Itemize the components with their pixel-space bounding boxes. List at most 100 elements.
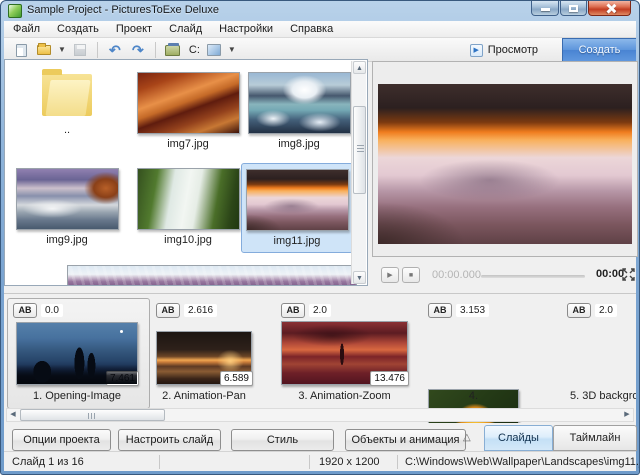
seek-slider[interactable] [481, 275, 585, 278]
status-bar: Слайд 1 из 16 1920 x 1200 C:\Windows\Web… [4, 451, 636, 471]
app-icon [8, 4, 22, 18]
statusbar-divider [397, 455, 398, 469]
file-item-img8[interactable]: img8.jpg [246, 72, 352, 150]
file-item-img7[interactable]: img7.jpg [135, 72, 241, 150]
file-browser-panel: .. img7.jpg img8.jpg img9.jpg img10.jpg … [4, 59, 368, 286]
bottom-toolbar: Опции проекта Настроить слайд Стиль Объе… [4, 423, 636, 453]
menu-settings[interactable]: Настройки [211, 21, 281, 37]
save-button[interactable] [71, 41, 89, 59]
menu-help[interactable]: Справка [282, 21, 341, 37]
status-slide-counter: Слайд 1 из 16 [12, 456, 84, 468]
slide-1-transition-value[interactable]: 0.0 [41, 304, 63, 317]
close-button[interactable] [588, 1, 631, 16]
style-button[interactable]: Стиль [231, 429, 334, 451]
customize-slide-button[interactable]: Настроить слайд [118, 429, 221, 451]
redo-button[interactable]: ↷ [129, 41, 147, 59]
menu-slide[interactable]: Слайд [161, 21, 210, 37]
menu-file[interactable]: Файл [5, 21, 48, 37]
slide-1-thumbnail[interactable]: 7.461 [16, 322, 138, 385]
slide-5-label: 5. 3D background [562, 390, 636, 402]
preview-button-label: Просмотр [488, 44, 538, 56]
tab-timeline[interactable]: Таймлайн [553, 425, 637, 451]
statusbar-divider [159, 455, 160, 469]
scrollbar-thumb[interactable] [353, 106, 366, 194]
stop-icon: ■ [409, 272, 413, 279]
file-item-label: img8.jpg [246, 138, 352, 150]
file-item-img10[interactable]: img10.jpg [135, 168, 241, 246]
toolbar-separator [155, 42, 156, 58]
open-folder-icon [37, 45, 51, 55]
file-item-label: img10.jpg [135, 234, 241, 246]
window-title: Sample Project - PicturesToExe Deluxe [27, 4, 219, 16]
slide-1-ab-button[interactable]: AB [13, 303, 37, 318]
img7-thumbnail [137, 72, 240, 134]
slide-4-transition-value[interactable]: 3.153 [456, 304, 489, 317]
slide-2-ab-button[interactable]: AB [156, 303, 180, 318]
maximize-button[interactable] [560, 1, 587, 16]
slide-list: AB 0.0 7.461 1. Opening-Image AB 2.616 6… [4, 293, 636, 423]
stop-button[interactable]: ■ [402, 267, 420, 283]
drive-select-button[interactable] [164, 41, 182, 59]
slide-3-transition-value[interactable]: 2.0 [309, 304, 331, 317]
playback-controls: ▶ ■ 00:00.000 00:00 [372, 263, 638, 289]
slide-list-scrollbar[interactable]: ◀ ▶ [6, 408, 634, 422]
slide-5-ab-button[interactable]: AB [567, 303, 591, 318]
menu-project[interactable]: Проект [108, 21, 160, 37]
img9-thumbnail [16, 168, 119, 230]
client-area: Файл Создать Проект Слайд Настройки Спра… [4, 21, 636, 471]
preview-panel [372, 61, 638, 257]
scroll-up-icon[interactable]: ▲ [353, 61, 366, 74]
play-button[interactable]: ▶ [381, 267, 399, 283]
status-file-path: C:\Windows\Web\Wallpaper\Landscapes\img1… [405, 456, 640, 468]
img11-thumbnail [246, 169, 349, 231]
scrollbar-thumb[interactable] [20, 409, 165, 421]
scroll-down-icon[interactable]: ▼ [353, 271, 366, 284]
title-bar[interactable]: Sample Project - PicturesToExe Deluxe [1, 1, 639, 21]
status-resolution: 1920 x 1200 [319, 456, 380, 468]
file-item-img9[interactable]: img9.jpg [14, 168, 120, 246]
project-options-button[interactable]: Опции проекта [12, 429, 111, 451]
slide-3-ab-button[interactable]: AB [281, 303, 305, 318]
save-icon [74, 44, 86, 56]
file-browser-scrollbar[interactable]: ▲ ▼ [351, 61, 366, 284]
create-button[interactable]: Создать [562, 38, 636, 62]
slide-1-duration-badge: 7.461 [106, 371, 139, 386]
file-item-partial-thumbnail[interactable] [67, 265, 357, 286]
view-mode-button[interactable] [205, 41, 223, 59]
img10-thumbnail [137, 168, 240, 230]
file-item-img11-selected[interactable]: img11.jpg [241, 163, 353, 253]
menu-bar: Файл Создать Проект Слайд Настройки Спра… [4, 21, 636, 38]
app-window: Sample Project - PicturesToExe Deluxe Фа… [0, 0, 640, 475]
scroll-left-icon[interactable]: ◀ [7, 409, 19, 421]
slide-5-transition-value[interactable]: 2.0 [595, 304, 617, 317]
slide-3-thumbnail[interactable]: 13.476 [281, 321, 408, 385]
new-project-button[interactable] [12, 41, 30, 59]
preview-play-icon: ▶ [470, 44, 483, 57]
file-item-parent-folder[interactable]: .. [14, 64, 120, 136]
slide-2-thumbnail[interactable]: 6.589 [156, 331, 252, 385]
tab-slides[interactable]: Слайды [484, 425, 553, 451]
drive-icon [165, 45, 180, 56]
undo-button[interactable]: ↶ [106, 41, 124, 59]
maximize-icon [569, 5, 578, 12]
open-project-button[interactable] [35, 41, 53, 59]
undo-icon: ↶ [109, 43, 121, 57]
open-dropdown-arrow-icon[interactable]: ▼ [58, 46, 66, 54]
view-mode-dropdown-arrow-icon[interactable]: ▼ [228, 46, 236, 54]
slide-1-label: 1. Opening-Image [16, 390, 138, 402]
slide-2-transition-value[interactable]: 2.616 [184, 304, 217, 317]
slide-4-ab-button[interactable]: AB [428, 303, 452, 318]
slide-3-label: 3. Animation-Zoom [281, 390, 408, 402]
play-icon: ▶ [387, 272, 392, 279]
minimize-icon [541, 8, 550, 11]
scroll-right-icon[interactable]: ▶ [621, 409, 633, 421]
view-mode-icon [207, 44, 221, 56]
collapse-triangle-icon[interactable]: △ [463, 432, 471, 443]
menu-create[interactable]: Создать [49, 21, 107, 37]
minimize-button[interactable] [531, 1, 559, 16]
objects-animation-button[interactable]: Объекты и анимация [345, 429, 466, 451]
fullscreen-icon[interactable] [622, 268, 635, 281]
slide-2-label: 2. Animation-Pan [143, 390, 265, 402]
toolbar-separator [97, 42, 98, 58]
preview-button[interactable]: ▶ Просмотр [464, 40, 544, 60]
